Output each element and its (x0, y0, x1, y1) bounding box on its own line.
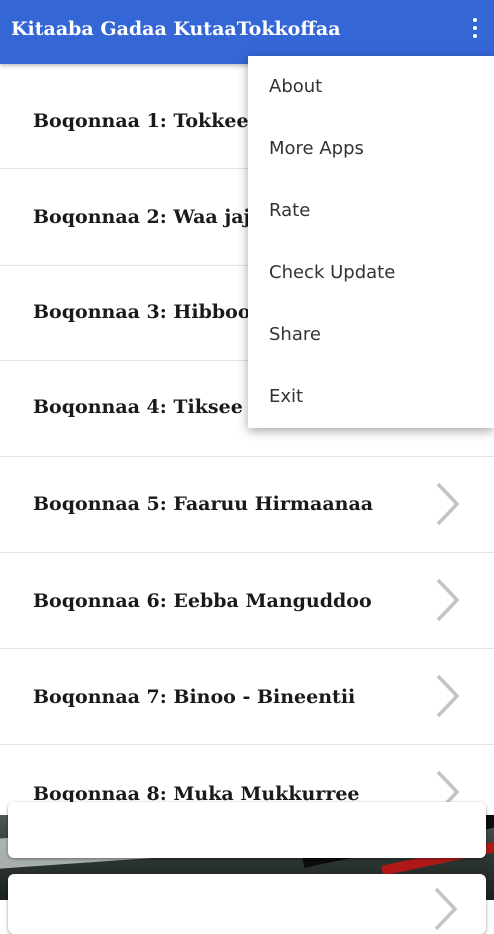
app-bar: Kitaaba Gadaa KutaaTokkoffaa (0, 0, 494, 64)
list-item[interactable]: Boqonnaa 7: Binoo - Bineentii (0, 649, 494, 745)
menu-item-label: Check Update (269, 262, 396, 283)
menu-item-exit[interactable]: Exit (248, 366, 494, 428)
list-item-card[interactable] (8, 874, 486, 934)
overflow-menu: About More Apps Rate Check Update Share … (248, 56, 494, 428)
list-item-card[interactable] (8, 802, 486, 858)
chevron-right-icon (434, 887, 458, 931)
menu-item-label: Share (269, 324, 321, 345)
chapter-label: Boqonnaa 6: Eebba Manguddoo (33, 590, 372, 612)
list-item[interactable]: Boqonnaa 8: Muka Mukkurree Ganne (0, 745, 494, 829)
chapter-label: Boqonnaa 5: Faaruu Hirmaanaa (33, 493, 374, 515)
menu-item-label: More Apps (269, 138, 364, 159)
list-item[interactable]: Boqonnaa 5: Faaruu Hirmaanaa (0, 457, 494, 553)
chapter-label: Boqonnaa 7: Binoo - Bineentii (33, 686, 356, 708)
menu-item-more-apps[interactable]: More Apps (248, 118, 494, 180)
menu-item-check-update[interactable]: Check Update (248, 242, 494, 304)
menu-item-label: About (269, 76, 323, 97)
chevron-right-icon (436, 578, 460, 622)
app-title: Kitaaba Gadaa KutaaTokkoffaa (11, 18, 341, 40)
menu-item-about[interactable]: About (248, 56, 494, 118)
menu-item-rate[interactable]: Rate (248, 180, 494, 242)
chevron-right-icon (436, 674, 460, 718)
menu-item-label: Exit (269, 386, 304, 407)
menu-item-share[interactable]: Share (248, 304, 494, 366)
list-item[interactable]: Boqonnaa 6: Eebba Manguddoo (0, 553, 494, 649)
chevron-right-icon (436, 482, 460, 526)
more-vert-icon[interactable] (468, 18, 482, 44)
menu-item-label: Rate (269, 200, 311, 221)
